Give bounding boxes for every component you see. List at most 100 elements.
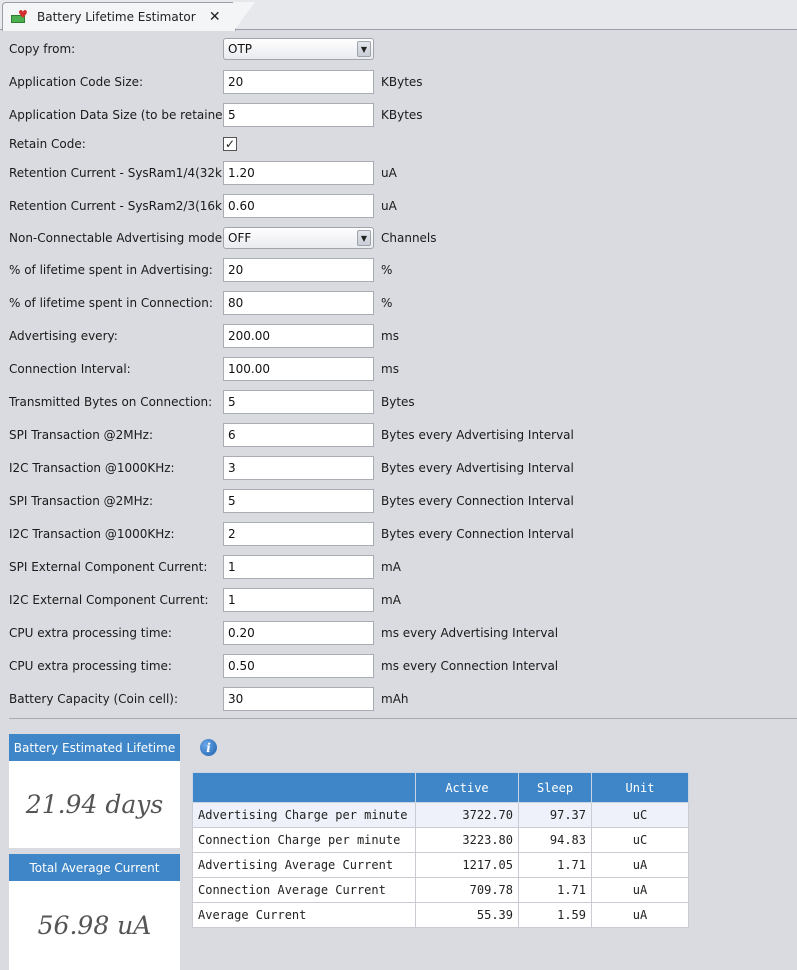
spi-adv-input[interactable]: 6: [223, 423, 374, 447]
lifetime-card-title: Battery Estimated Lifetime: [9, 734, 180, 761]
row-pct-connection: % of lifetime spent in Connection: 80 %: [0, 290, 797, 316]
spi-ext-current-input[interactable]: 1: [223, 555, 374, 579]
chevron-down-icon[interactable]: ▼: [357, 230, 371, 246]
i2c-conn-label: I2C Transaction @1000KHz:: [9, 527, 175, 541]
retention-sysram23-label: Retention Current - SysRam2/3(16kB): [9, 199, 235, 213]
row-active: 3722.70: [415, 802, 519, 828]
table-row: Advertising Charge per minute 3722.70 97…: [192, 802, 689, 828]
tab-battery-lifetime-estimator[interactable]: ♥ Battery Lifetime Estimator ✕: [2, 2, 255, 32]
retention-sysram14-unit: uA: [381, 166, 397, 180]
battery-capacity-label: Battery Capacity (Coin cell):: [9, 692, 179, 706]
battery-capacity-unit: mAh: [381, 692, 409, 706]
cpu-adv-unit: ms every Advertising Interval: [381, 626, 559, 640]
i2c-adv-unit: Bytes every Advertising Interval: [381, 461, 574, 475]
retention-sysram14-label: Retention Current - SysRam1/4(32kB): [9, 166, 235, 180]
pct-advertising-unit: %: [381, 263, 393, 277]
table-header-sleep: Sleep: [518, 772, 592, 803]
row-label: Advertising Charge per minute: [192, 802, 416, 828]
i2c-ext-current-unit: mA: [381, 593, 401, 607]
table-header-row: Active Sleep Unit: [192, 772, 689, 803]
spi-ext-current-unit: mA: [381, 560, 401, 574]
i2c-ext-current-input[interactable]: 1: [223, 588, 374, 612]
connection-interval-unit: ms: [381, 362, 399, 376]
copy-from-label: Copy from:: [9, 42, 76, 56]
row-sleep: 1.71: [518, 877, 592, 903]
table-header-label: [192, 772, 416, 803]
row-label: Average Current: [192, 902, 416, 928]
table-row: Average Current 55.39 1.59 uA: [192, 902, 689, 928]
pct-advertising-input[interactable]: 20: [223, 258, 374, 282]
table-row: Connection Average Current 709.78 1.71 u…: [192, 877, 689, 903]
retention-sysram23-input[interactable]: 0.60: [223, 194, 374, 218]
row-unit: uC: [591, 827, 689, 853]
nonconn-adv-mode-unit: Channels: [381, 231, 437, 245]
pct-connection-unit: %: [381, 296, 393, 310]
retention-sysram23-unit: uA: [381, 199, 397, 213]
nonconn-adv-mode-label: Non-Connectable Advertising mode:: [9, 231, 227, 245]
row-unit: uA: [591, 902, 689, 928]
row-retention-sysram23: Retention Current - SysRam2/3(16kB) 0.60…: [0, 193, 797, 219]
pct-advertising-label: % of lifetime spent in Advertising:: [9, 263, 213, 277]
spi-conn-label: SPI Transaction @2MHz:: [9, 494, 154, 508]
spi-conn-unit: Bytes every Connection Interval: [381, 494, 574, 508]
row-label: Connection Charge per minute: [192, 827, 416, 853]
copy-from-select[interactable]: OTP ▼: [223, 38, 374, 60]
row-battery-capacity: Battery Capacity (Coin cell): 30 mAh: [0, 686, 797, 712]
row-cpu-adv: CPU extra processing time: 0.20 ms every…: [0, 620, 797, 646]
row-label: Connection Average Current: [192, 877, 416, 903]
spi-conn-input[interactable]: 5: [223, 489, 374, 513]
row-sleep: 97.37: [518, 802, 592, 828]
pct-connection-label: % of lifetime spent in Connection:: [9, 296, 213, 310]
i2c-ext-current-label: I2C External Component Current:: [9, 593, 209, 607]
close-icon[interactable]: ✕: [208, 9, 222, 25]
nonconn-adv-mode-select[interactable]: OFF ▼: [223, 227, 374, 249]
row-cpu-conn: CPU extra processing time: 0.50 ms every…: [0, 653, 797, 679]
row-app-code-size: Application Code Size: 20 KBytes: [0, 69, 797, 95]
info-icon[interactable]: i: [200, 739, 217, 756]
tx-bytes-conn-input[interactable]: 5: [223, 390, 374, 414]
row-i2c-conn: I2C Transaction @1000KHz: 2 Bytes every …: [0, 521, 797, 547]
row-spi-ext-current: SPI External Component Current: 1 mA: [0, 554, 797, 580]
tab-title: Battery Lifetime Estimator: [37, 10, 196, 24]
tab-strip: ♥ Battery Lifetime Estimator ✕: [0, 0, 797, 32]
row-sleep: 1.59: [518, 902, 592, 928]
connection-interval-input[interactable]: 100.00: [223, 357, 374, 381]
avg-current-card-title: Total Average Current: [9, 854, 180, 881]
row-nonconn-adv-mode: Non-Connectable Advertising mode: OFF ▼ …: [0, 225, 797, 251]
cpu-adv-input[interactable]: 0.20: [223, 621, 374, 645]
row-retention-sysram14: Retention Current - SysRam1/4(32kB) 1.20…: [0, 160, 797, 186]
row-i2c-adv: I2C Transaction @1000KHz: 3 Bytes every …: [0, 455, 797, 481]
battery-capacity-input[interactable]: 30: [223, 687, 374, 711]
connection-interval-label: Connection Interval:: [9, 362, 131, 376]
advertising-every-label: Advertising every:: [9, 329, 118, 343]
cpu-conn-unit: ms every Connection Interval: [381, 659, 559, 673]
row-unit: uA: [591, 852, 689, 878]
retain-code-checkbox[interactable]: ✓: [223, 137, 237, 151]
advertising-every-input[interactable]: 200.00: [223, 324, 374, 348]
chevron-down-icon[interactable]: ▼: [357, 41, 371, 57]
cpu-conn-input[interactable]: 0.50: [223, 654, 374, 678]
row-spi-conn: SPI Transaction @2MHz: 5 Bytes every Con…: [0, 488, 797, 514]
row-sleep: 1.71: [518, 852, 592, 878]
cpu-conn-label: CPU extra processing time:: [9, 659, 172, 673]
row-label: Advertising Average Current: [192, 852, 416, 878]
retain-code-label: Retain Code:: [9, 137, 86, 151]
retention-sysram14-input[interactable]: 1.20: [223, 161, 374, 185]
row-unit: uC: [591, 802, 689, 828]
pct-connection-input[interactable]: 80: [223, 291, 374, 315]
i2c-conn-input[interactable]: 2: [223, 522, 374, 546]
app-code-size-label: Application Code Size:: [9, 75, 144, 89]
app-code-size-input[interactable]: 20: [223, 70, 374, 94]
i2c-conn-unit: Bytes every Connection Interval: [381, 527, 574, 541]
results-table: Active Sleep Unit Advertising Charge per…: [192, 772, 689, 928]
row-retain-code: Retain Code: ✓: [0, 131, 797, 157]
app-data-size-label: Application Data Size (to be retained):: [9, 108, 239, 122]
app-code-size-unit: KBytes: [381, 75, 423, 89]
cpu-adv-label: CPU extra processing time:: [9, 626, 172, 640]
row-unit: uA: [591, 877, 689, 903]
app-data-size-input[interactable]: 5: [223, 103, 374, 127]
i2c-adv-input[interactable]: 3: [223, 456, 374, 480]
section-divider: [9, 718, 797, 719]
advertising-every-unit: ms: [381, 329, 399, 343]
row-copy-from: Copy from: OTP ▼: [0, 36, 797, 62]
